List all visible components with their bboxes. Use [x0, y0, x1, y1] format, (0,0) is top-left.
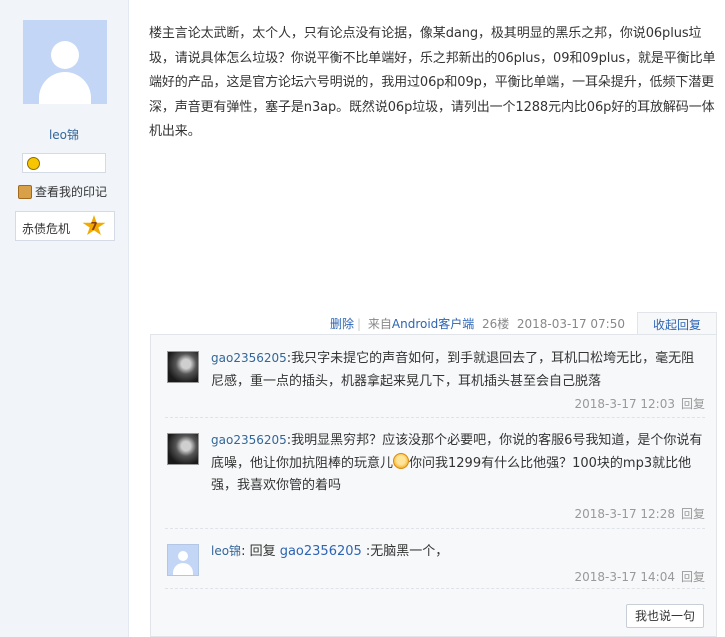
reply-author[interactable]: leo锦 [211, 544, 241, 558]
mention-link[interactable]: gao2356205 [280, 544, 362, 559]
level-star-icon: 7 [82, 215, 106, 236]
impress-icon [18, 185, 32, 199]
reply-avatar[interactable] [167, 351, 199, 383]
post-time: 2018-03-17 07:50 [516, 317, 625, 331]
reply-text: :无脑黑一个， [361, 544, 449, 559]
smiley-emoji-icon [393, 452, 410, 469]
reply-time: 2018-3-17 12:03 [574, 397, 675, 411]
post-meta-bar: 删除 | 来自Android客户端 26楼 2018-03-17 07:50 收起… [150, 312, 717, 338]
reply-avatar[interactable] [167, 544, 199, 576]
reply-author[interactable]: gao2356205 [211, 433, 287, 447]
medal-badge-box [22, 153, 106, 173]
reply-list: gao2356205:我只字未提它的声音如何，到手就退回去了，耳机口松垮无比，毫… [150, 334, 717, 637]
reply-author[interactable]: gao2356205 [211, 351, 287, 365]
medal-icon[interactable] [27, 157, 40, 170]
impress-link-label: 查看我的印记 [35, 185, 108, 199]
say-something-button[interactable]: 我也说一句 [626, 604, 704, 628]
level-name: 赤债危机 [22, 222, 71, 236]
reply-link[interactable]: 回复 [681, 507, 705, 521]
sidebar-username[interactable]: leo锦 [0, 126, 128, 143]
delete-link[interactable]: 删除 [330, 317, 354, 331]
reply-time: 2018-3-17 12:28 [574, 507, 675, 521]
source-link[interactable]: Android客户端 [392, 317, 474, 331]
post-content: 楼主言论太武断，太个人，只有论点没有论据，像某dang，极其明显的黑乐之邦，你说… [149, 26, 716, 139]
list-item: leo锦: 回复 gao2356205 :无脑黑一个， 2018-3-17 14… [165, 528, 705, 589]
reply-link[interactable]: 回复 [681, 397, 705, 411]
view-impress-link[interactable]: 查看我的印记 [18, 183, 107, 200]
list-item: gao2356205:我明显黑穷邦？应该没那个必要吧，你说的客服6号我知道，是个… [165, 417, 705, 529]
floor-number: 26楼 [481, 317, 510, 331]
reply-link[interactable]: 回复 [681, 570, 705, 584]
user-sidebar: leo锦 查看我的印记 赤债危机 7 [0, 0, 129, 637]
reply-avatar[interactable] [167, 433, 199, 465]
user-avatar[interactable] [23, 20, 107, 104]
level-badge[interactable]: 赤债危机 7 [15, 211, 115, 241]
list-item: gao2356205:我只字未提它的声音如何，到手就退回去了，耳机口松垮无比，毫… [165, 335, 705, 418]
reply-time: 2018-3-17 14:04 [574, 570, 675, 584]
